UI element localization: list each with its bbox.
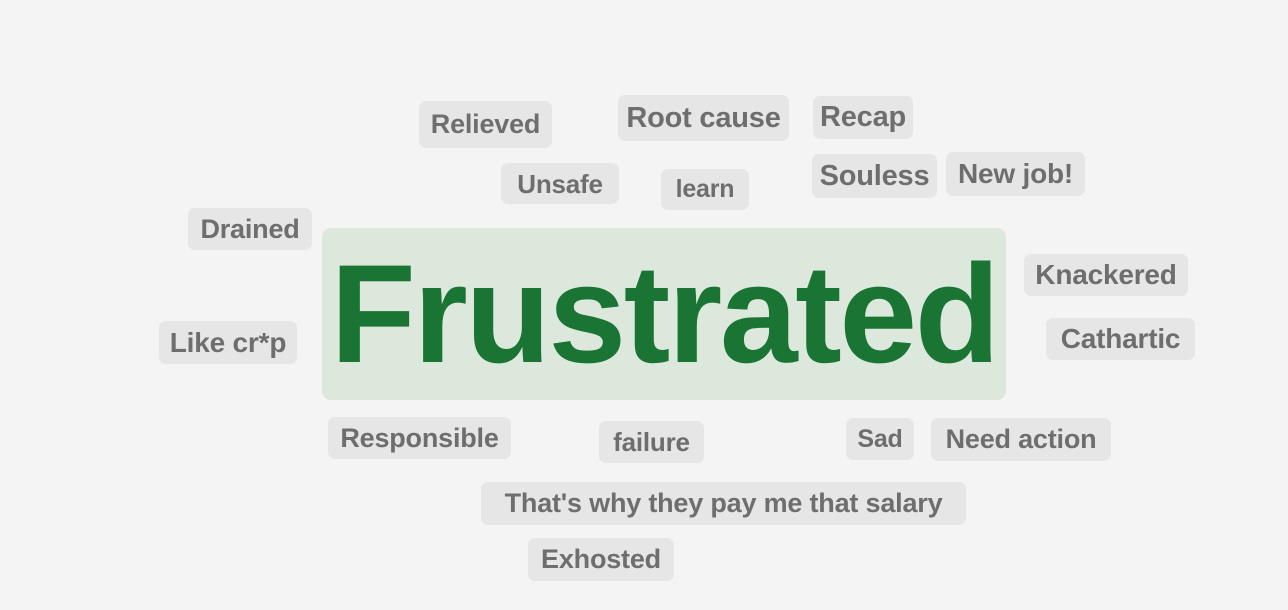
word-chip-like-crp[interactable]: Like cr*p <box>159 321 297 364</box>
word-chip-need-action[interactable]: Need action <box>931 418 1111 461</box>
word-chip-learn[interactable]: learn <box>661 169 749 210</box>
word-chip-root-cause[interactable]: Root cause <box>618 95 789 141</box>
word-chip-knackered[interactable]: Knackered <box>1024 254 1188 296</box>
word-chip-responsible[interactable]: Responsible <box>328 417 511 459</box>
word-chip-cathartic[interactable]: Cathartic <box>1046 318 1195 360</box>
word-chip-sad[interactable]: Sad <box>846 418 914 460</box>
word-chip-drained[interactable]: Drained <box>188 208 312 250</box>
word-chip-souless[interactable]: Souless <box>812 154 937 198</box>
word-cloud-canvas: Relieved Root cause Recap Unsafe learn S… <box>0 0 1288 610</box>
word-chip-new-job[interactable]: New job! <box>946 152 1085 196</box>
word-chip-exhosted[interactable]: Exhosted <box>528 538 674 581</box>
word-chip-unsafe[interactable]: Unsafe <box>501 163 619 204</box>
word-chip-failure[interactable]: failure <box>599 421 704 463</box>
word-chip-recap[interactable]: Recap <box>813 96 913 139</box>
word-chip-frustrated[interactable]: Frustrated <box>322 228 1006 400</box>
word-chip-salary[interactable]: That's why they pay me that salary <box>481 482 966 525</box>
word-chip-relieved[interactable]: Relieved <box>419 101 552 148</box>
